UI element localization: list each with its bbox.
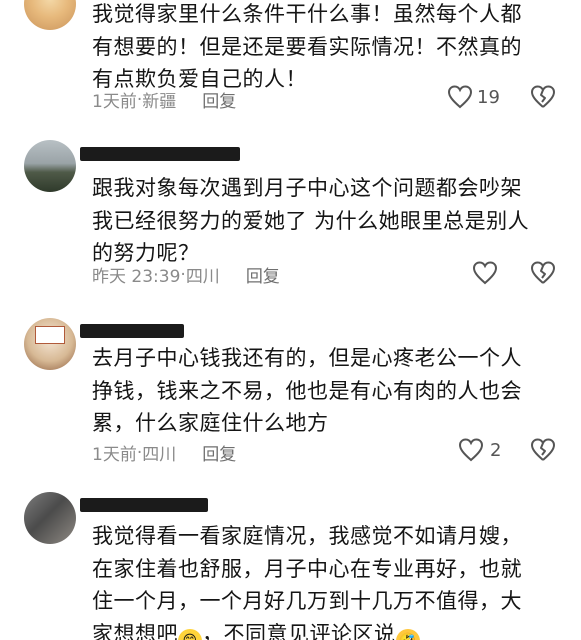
heart-icon — [447, 85, 473, 109]
rofl-emoji: 🤣 — [395, 628, 420, 640]
reply-button[interactable]: 回复 — [246, 262, 280, 287]
comment-text: 去月子中心钱我还有的，但是心疼老公一个人 挣钱，钱来之不易，他也是有心有肉的人也… — [92, 346, 522, 435]
avatar[interactable] — [24, 318, 76, 370]
avatar[interactable] — [24, 492, 76, 544]
username-redacted — [80, 498, 208, 512]
avatar[interactable] — [24, 0, 76, 30]
comment-text-line: 住一个月，一个月好几万到十几万不值得，大 — [92, 589, 522, 613]
like-count: 2 — [490, 439, 502, 461]
grinning-emoji: 😁 — [178, 628, 202, 640]
like-button[interactable]: 2 — [458, 438, 501, 462]
username-redacted — [80, 147, 240, 161]
reply-button[interactable]: 回复 — [202, 440, 236, 465]
reply-button[interactable]: 回复 — [202, 87, 236, 112]
comment-text: 我觉得家里什么条件干什么事！虽然每个人都 有想要的！但是还是要看实际情况！不然真… — [92, 2, 522, 91]
comment-meta: 1天前 · 新疆 回复 — [92, 87, 236, 113]
username-redacted — [80, 324, 184, 338]
comment-time: 昨天 23:39 — [92, 267, 181, 287]
comment-location: 四川 — [142, 445, 177, 465]
comment-text-line: 家想想吧😁，不同意见评论区说🤣 — [92, 618, 562, 640]
avatar[interactable] — [24, 140, 76, 192]
comment-text-segment: ，不同意见评论区说 — [202, 621, 396, 640]
like-button[interactable] — [472, 261, 498, 285]
dislike-button[interactable] — [530, 261, 556, 285]
dislike-button[interactable] — [530, 438, 556, 462]
comment-meta: 1天前 · 四川 回复 — [92, 440, 236, 466]
avatar-sign-image — [35, 326, 65, 344]
comment-location: 新疆 — [142, 92, 177, 112]
comment-text: 跟我对象每次遇到月子中心这个问题都会吵架 我已经很努力的爱她了 为什么她眼里总是… — [92, 176, 530, 265]
comment-text-segment: 家想想吧 — [92, 621, 178, 640]
comment-location: 四川 — [185, 267, 220, 287]
comment-meta: 昨天 23:39 · 四川 回复 — [92, 262, 280, 288]
broken-heart-icon — [531, 85, 555, 108]
comment-text: 我觉得看一看家庭情况，我感觉不如请月嫂， 在家住着也舒服，月子中心在专业再好，也… — [92, 520, 562, 640]
dislike-button[interactable] — [530, 85, 556, 109]
comment-text-line: 我觉得看一看家庭情况，我感觉不如请月嫂， — [92, 524, 522, 548]
broken-heart-icon — [531, 261, 555, 284]
comment-text-line: 在家住着也舒服，月子中心在专业再好，也就 — [92, 556, 522, 581]
heart-icon — [472, 261, 498, 285]
comment-time: 1天前 — [92, 92, 137, 112]
like-button[interactable]: 19 — [447, 85, 500, 109]
comment-time: 1天前 — [92, 445, 137, 465]
broken-heart-icon — [531, 438, 555, 461]
heart-icon — [458, 438, 484, 462]
like-count: 19 — [477, 86, 500, 108]
